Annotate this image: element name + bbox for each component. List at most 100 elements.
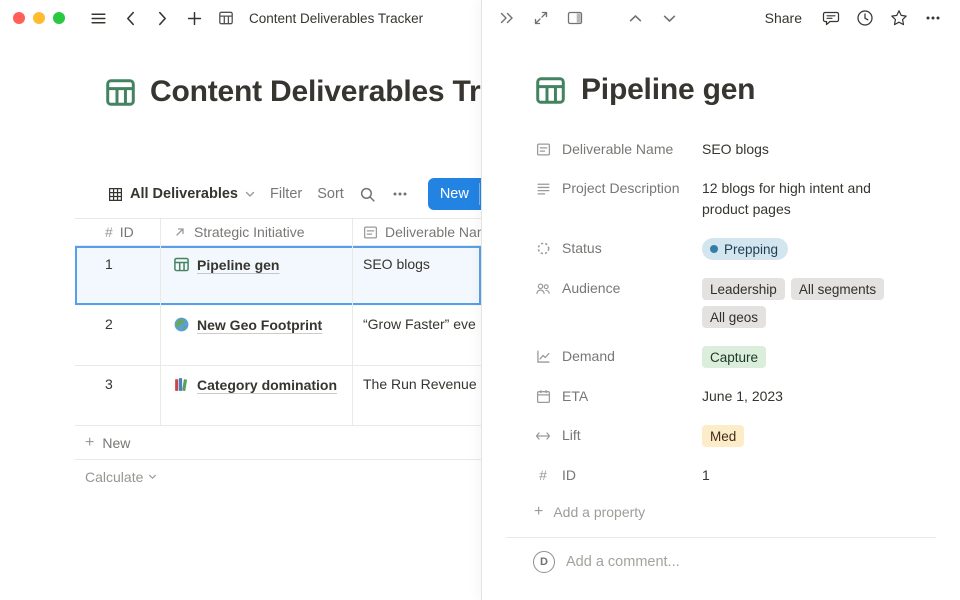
expand-page-icon[interactable]	[530, 6, 552, 30]
forward-icon[interactable]	[151, 6, 173, 30]
side-peek-icon[interactable]	[564, 6, 586, 30]
table-header-row: # ID Strategic Initiative Deliverable	[75, 218, 481, 246]
new-row-button[interactable]: + New	[75, 426, 481, 460]
property-value[interactable]: Leadership All segments All geos	[702, 278, 896, 328]
property-label[interactable]: Audience	[534, 278, 702, 328]
page-header: Content Deliverables Tracker	[104, 70, 481, 114]
property-label[interactable]: Status	[534, 238, 702, 260]
column-header-deliverable[interactable]: Deliverable Name	[352, 219, 481, 245]
chevron-down-icon	[148, 474, 157, 480]
plus-icon: +	[534, 504, 543, 520]
property-value[interactable]: Prepping	[702, 238, 896, 260]
cell-deliverable[interactable]: The Run Revenue S	[352, 366, 481, 425]
more-options-icon[interactable]	[922, 6, 944, 30]
property-value[interactable]: Capture	[702, 346, 896, 368]
table-row-new-geo-footprint[interactable]: 2 New Geo Footprint “Grow Faster” eve	[75, 306, 481, 366]
traffic-lights	[13, 12, 65, 24]
calculate-button[interactable]: Calculate	[75, 460, 481, 494]
property-row-project-description: Project Description 12 blogs for high in…	[534, 169, 896, 229]
view-tab-all-deliverables[interactable]: All Deliverables	[108, 186, 255, 202]
arrow-ne-icon	[173, 225, 187, 239]
audience-tag[interactable]: All geos	[702, 306, 766, 328]
property-label[interactable]: ETA	[534, 386, 702, 407]
cell-deliverable[interactable]: SEO blogs	[352, 246, 481, 305]
peek-content: Pipeline gen Deliverable Name SEO blogs	[482, 36, 960, 600]
property-row-id: # ID 1	[534, 456, 896, 495]
close-peek-icon[interactable]	[496, 6, 518, 30]
page-link[interactable]: Category domination	[197, 377, 337, 393]
lift-tag[interactable]: Med	[702, 425, 744, 447]
zoom-window-button[interactable]	[53, 12, 65, 24]
prev-record-icon[interactable]	[624, 6, 646, 30]
calendar-icon	[534, 386, 552, 407]
property-value[interactable]: 12 blogs for high intent and product pag…	[702, 178, 896, 220]
table-row-pipeline-gen[interactable]: 1 Pipeline gen SEO blogs	[75, 246, 481, 306]
demand-tag[interactable]: Capture	[702, 346, 766, 368]
more-options-icon[interactable]	[391, 182, 409, 206]
app-window: Content Deliverables Tracker Content Del…	[0, 0, 960, 600]
property-label[interactable]: Demand	[534, 346, 702, 368]
titlebar-right: Share	[482, 0, 960, 36]
main-panel: Content Deliverables Tracker Content Del…	[0, 0, 481, 600]
chevron-down-icon	[245, 191, 255, 198]
property-value[interactable]: June 1, 2023	[702, 386, 896, 407]
next-record-icon[interactable]	[658, 6, 680, 30]
audience-tag[interactable]: Leadership	[702, 278, 785, 300]
audience-tag[interactable]: All segments	[791, 278, 884, 300]
back-icon[interactable]	[119, 6, 141, 30]
new-page-icon[interactable]	[183, 6, 205, 30]
column-header-initiative[interactable]: Strategic Initiative	[160, 219, 352, 245]
people-icon	[534, 278, 552, 299]
table-row-category-domination[interactable]: 3 Category domination The Run Revenue S	[75, 366, 481, 426]
hash-icon: #	[105, 224, 113, 240]
arrows-left-right-icon	[534, 425, 552, 446]
table-page-icon[interactable]	[534, 74, 567, 107]
table-page-icon[interactable]	[104, 76, 137, 109]
new-button[interactable]: New	[428, 178, 481, 210]
view-toolbar: All Deliverables Filter Sort New	[108, 178, 481, 210]
filter-button[interactable]: Filter	[270, 186, 302, 202]
chart-icon	[534, 346, 552, 367]
page-link[interactable]: Pipeline gen	[197, 257, 279, 273]
comments-icon[interactable]	[820, 6, 842, 30]
table-view-icon	[108, 187, 123, 202]
cell-deliverable[interactable]: “Grow Faster” eve	[352, 306, 481, 365]
page-table-icon	[215, 6, 237, 30]
property-label[interactable]: # ID	[534, 465, 702, 486]
comment-input[interactable]: Add a comment...	[566, 554, 680, 570]
comment-composer[interactable]: D Add a comment...	[482, 538, 960, 573]
property-row-eta: ETA June 1, 2023	[534, 377, 896, 416]
peek-page-title[interactable]: Pipeline gen	[581, 73, 755, 107]
property-value[interactable]: 1	[702, 465, 896, 486]
status-pill[interactable]: Prepping	[702, 238, 788, 260]
name-property-icon	[534, 139, 552, 160]
sort-button[interactable]: Sort	[317, 186, 344, 202]
name-property-icon	[363, 225, 378, 240]
share-button[interactable]: Share	[765, 10, 802, 26]
status-dot	[710, 245, 718, 253]
property-row-deliverable-name: Deliverable Name SEO blogs	[534, 130, 896, 169]
favorite-star-icon[interactable]	[888, 6, 910, 30]
close-window-button[interactable]	[13, 12, 25, 24]
column-header-id[interactable]: # ID	[75, 219, 160, 245]
property-value[interactable]: SEO blogs	[702, 139, 896, 160]
main-content: Content Deliverables Tracker All Deliver…	[0, 36, 481, 600]
sidebar-toggle-icon[interactable]	[87, 6, 109, 30]
cell-id: 3	[75, 366, 160, 425]
property-label[interactable]: Lift	[534, 425, 702, 447]
table-page-icon	[173, 256, 190, 273]
add-property-button[interactable]: + Add a property	[534, 495, 896, 529]
new-button-label: New	[428, 178, 479, 210]
breadcrumb-title[interactable]: Content Deliverables Tracker	[249, 11, 423, 26]
page-link[interactable]: New Geo Footprint	[197, 317, 322, 333]
property-value[interactable]: Med	[702, 425, 896, 447]
page-title[interactable]: Content Deliverables Tracker	[150, 75, 481, 109]
property-row-audience: Audience Leadership All segments All geo…	[534, 269, 896, 337]
property-label[interactable]: Project Description	[534, 178, 702, 220]
view-name: All Deliverables	[130, 186, 238, 202]
search-icon[interactable]	[359, 182, 376, 206]
property-label[interactable]: Deliverable Name	[534, 139, 702, 160]
minimize-window-button[interactable]	[33, 12, 45, 24]
user-avatar[interactable]: D	[533, 551, 555, 573]
history-icon[interactable]	[854, 6, 876, 30]
